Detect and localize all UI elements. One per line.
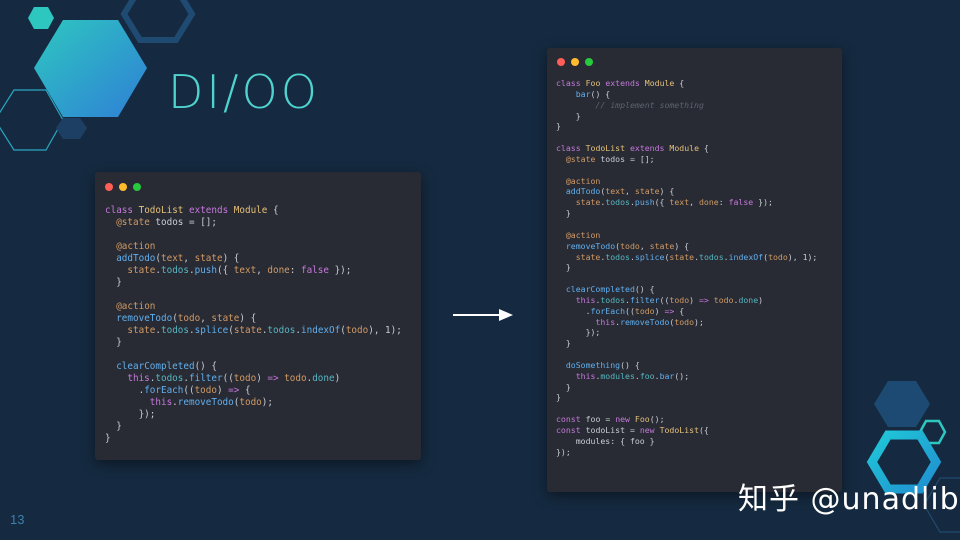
code-line-before: } [105,277,122,288]
window-close-dot [105,183,113,191]
right-arrow-icon [453,309,513,321]
code-line-before: addTodo(text, state) { [116,253,240,264]
code-line-after [556,349,817,360]
code-line-after: }); [556,446,571,457]
code-line-before: @action [116,301,156,312]
code-line-after: } [556,110,581,121]
code-line-after: this.todos.filter((todo) => todo.done) [575,294,764,305]
code-line-after [556,132,817,143]
window-zoom-dot [585,58,593,66]
code-line-before: .forEach((todo) => { [105,385,251,396]
code-line-after: doSomething() { [565,359,640,370]
code-line-after: }); [556,327,601,338]
window-zoom-dot [133,183,141,191]
slide-number: 13 [10,512,25,527]
window-minimize-dot [119,183,127,191]
code-line-before [105,229,402,241]
code-line-after: clearCompleted() { [565,284,655,295]
window-controls [557,58,593,66]
code-line-after [556,219,817,230]
code-block-before: class TodoList extends Module { @state t… [105,205,402,445]
code-line-before: state.todos.splice(state.todos.indexOf(t… [127,325,402,336]
code-line-after: class TodoList extends Module { [556,143,709,154]
code-line-after: const foo = new Foo(); [556,414,665,425]
code-line-before: this.todos.filter((todo) => todo.done) [127,373,341,384]
hexagon-large-gradient [34,20,147,117]
code-line-before: class TodoList extends Module { [105,205,279,216]
window-controls [105,183,141,191]
code-line-after: modules: { foo } [575,435,655,446]
code-line-after: @state todos = []; [565,153,655,164]
code-line-before: removeTodo(todo, state) { [116,313,257,324]
code-line-after: @action [565,229,601,240]
window-minimize-dot [571,58,579,66]
slide-title: DI/OO [168,65,320,119]
code-line-after: class Foo extends Module { [556,78,685,88]
code-line-after: this.removeTodo(todo); [595,316,704,327]
code-line-before: clearCompleted() { [116,361,217,372]
hexagon-dark-small [56,118,87,139]
hexagon-dark-br [874,381,930,427]
code-block-after: class Foo extends Module { bar() { // im… [556,78,817,458]
code-line-before [105,289,402,301]
code-line-before: this.removeTodo(todo); [149,397,273,408]
code-line-after [556,403,817,414]
watermark: 知乎 @unadlib [738,482,960,517]
code-line-before: @state todos = []; [116,217,217,228]
code-line-after: state.todos.push({ text, done: false }); [575,197,773,208]
code-line-after: addTodo(text, state) { [565,186,675,197]
code-line-after: const todoList = new TodoList({ [556,425,709,435]
code-line-after: } [556,262,571,273]
code-line-after: } [556,381,571,392]
code-line-before: } [105,337,122,348]
hexagon-outline-top [120,0,196,43]
code-line-after: } [556,208,571,219]
code-line-after [556,165,817,176]
code-line-before [105,349,402,361]
code-line-after [556,273,817,284]
code-line-after: } [556,392,561,403]
code-line-before: } [105,421,122,432]
code-line-before: }); [105,409,156,420]
code-line-after: // implement something [556,99,704,110]
code-line-before: } [105,433,111,444]
hexagon-small-teal [28,7,54,29]
code-line-after: } [556,121,561,132]
code-window-after: class Foo extends Module { bar() { // im… [547,48,842,492]
code-line-after: .forEach((todo) => { [556,305,685,316]
code-line-before: @action [116,241,156,252]
code-line-after: @action [565,175,601,186]
code-line-before: state.todos.push({ text, done: false }); [127,265,352,276]
code-line-after: bar() { [575,88,611,99]
code-line-after: removeTodo(todo, state) { [565,240,690,251]
code-line-after: this.modules.foo.bar(); [575,370,690,381]
window-close-dot [557,58,565,66]
code-line-after: } [556,338,571,349]
code-window-before: class TodoList extends Module { @state t… [95,172,421,460]
code-line-after: state.todos.splice(state.todos.indexOf(t… [575,251,818,262]
